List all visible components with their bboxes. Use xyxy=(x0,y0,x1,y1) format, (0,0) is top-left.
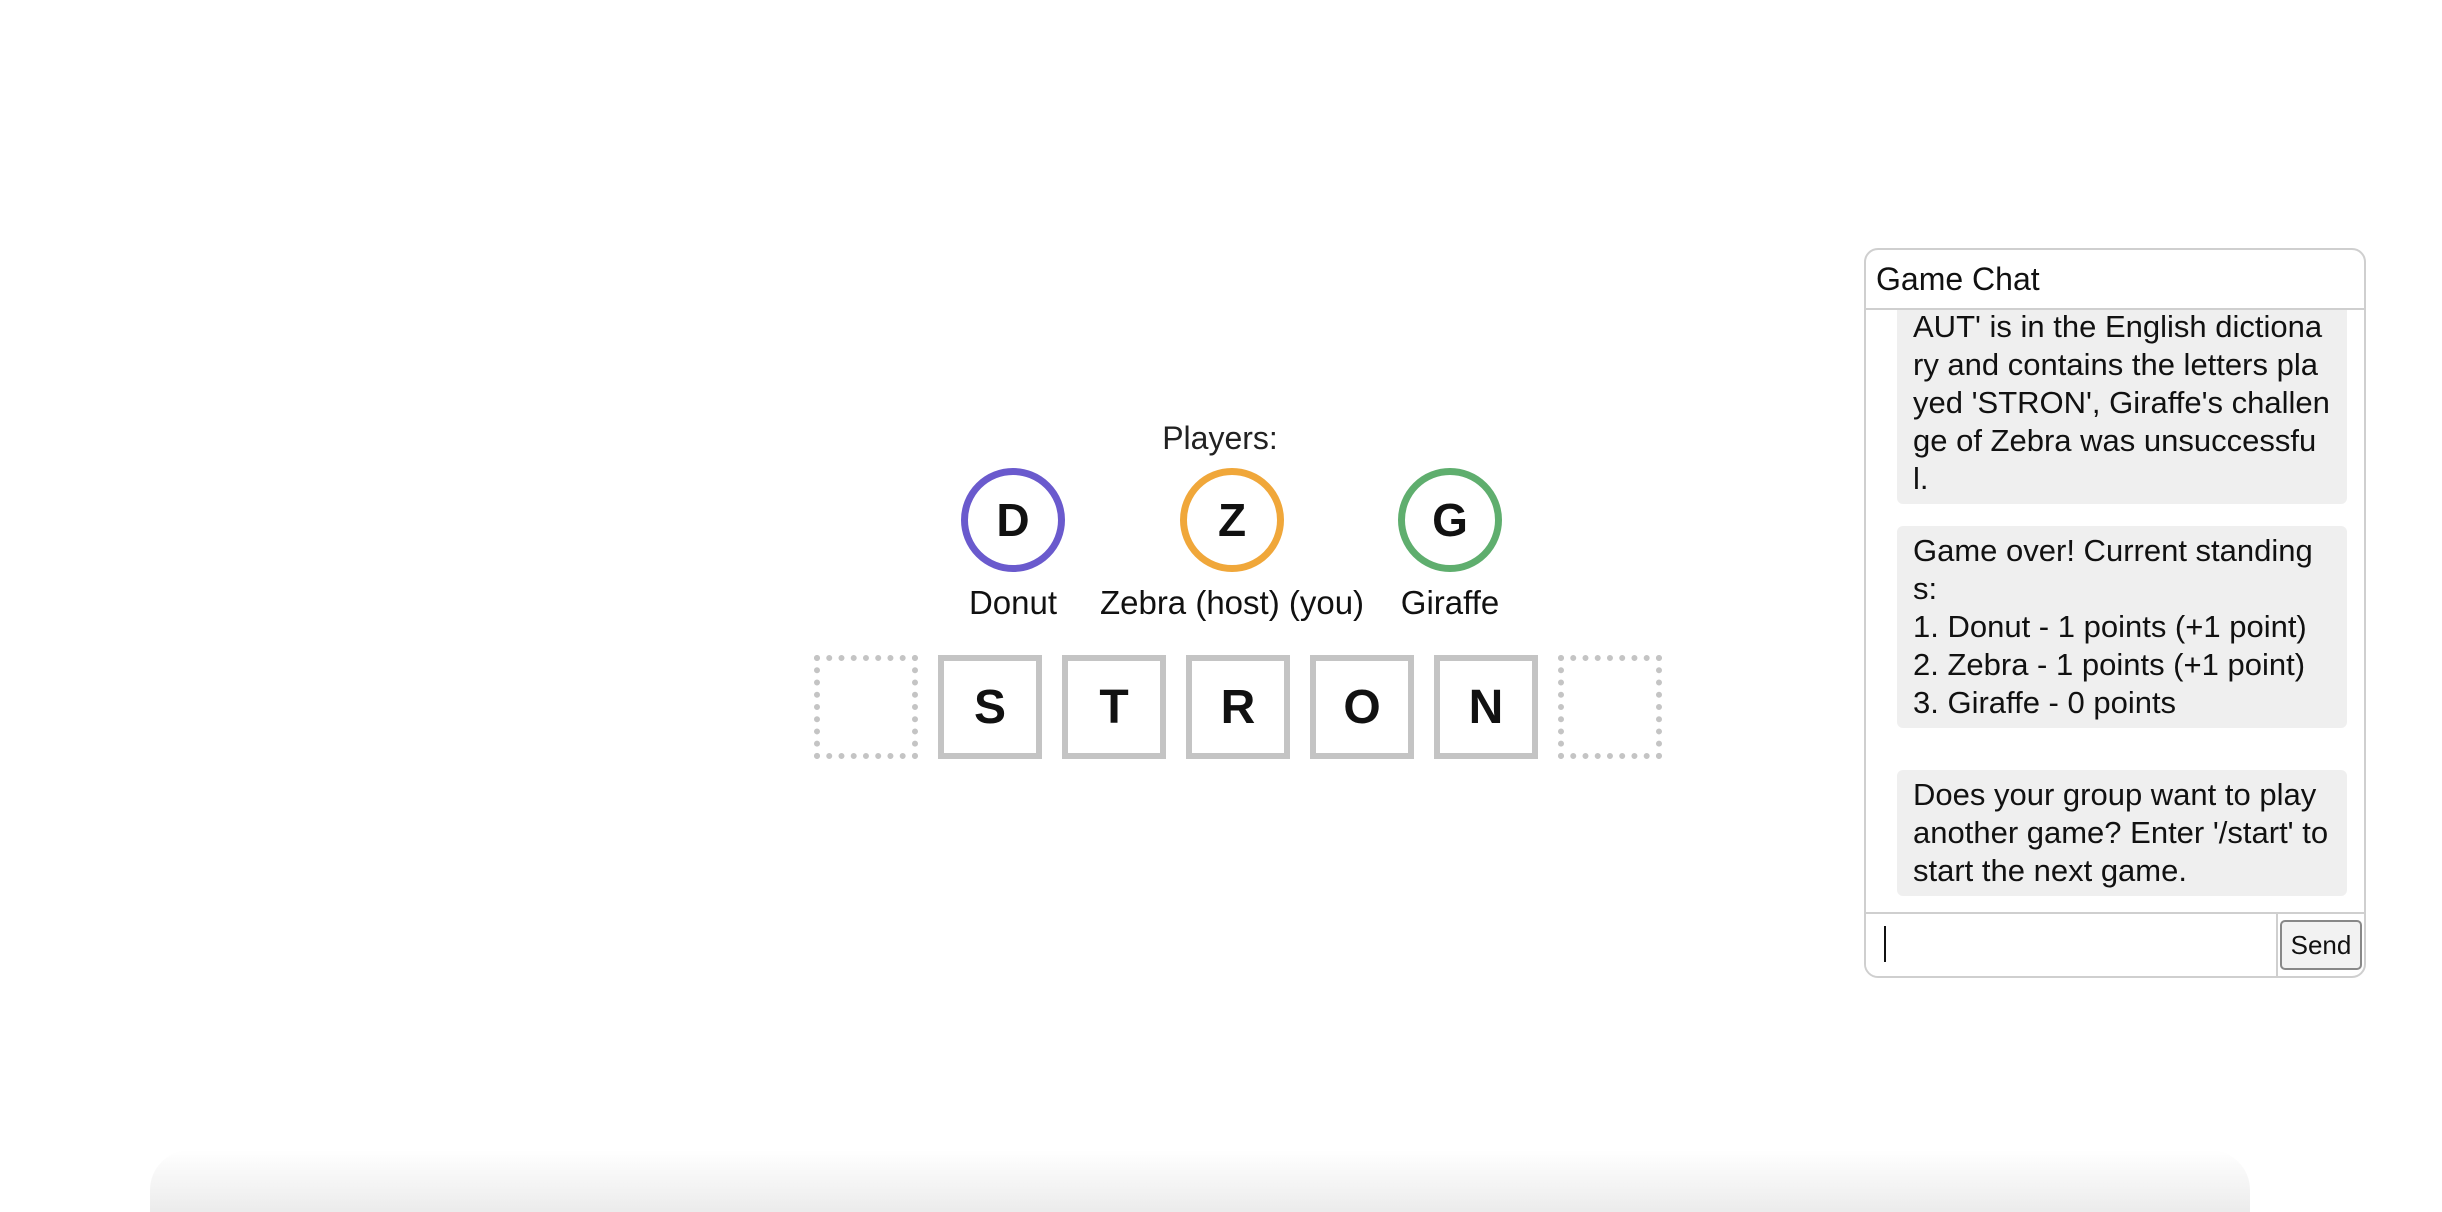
letter-tile: N xyxy=(1434,655,1538,759)
chat-title: Game Chat xyxy=(1866,250,2364,310)
letter-tile: S xyxy=(938,655,1042,759)
chat-message: Game over! Current standings: 1. Donut -… xyxy=(1897,526,2347,728)
player-avatar: G xyxy=(1398,468,1502,572)
send-button[interactable]: Send xyxy=(2280,920,2362,970)
letter-tile: R xyxy=(1186,655,1290,759)
chat-input-row: Send xyxy=(1866,912,2364,976)
chat-message: AUT' is in the English dictionary and co… xyxy=(1897,310,2347,504)
players-label: Players: xyxy=(1162,420,1278,456)
player-giraffe: G Giraffe xyxy=(1260,468,1640,622)
letter-tile: O xyxy=(1310,655,1414,759)
player-name: Giraffe xyxy=(1400,584,1500,621)
bottom-shadow xyxy=(150,1150,2250,1212)
game-page: Players: D Donut Z Zebra (host) (you) G … xyxy=(0,0,2442,1212)
game-chat: Game Chat AUT' is in the English diction… xyxy=(1864,248,2366,978)
tile-slot-right[interactable] xyxy=(1558,655,1662,759)
chat-message: Does your group want to play another gam… xyxy=(1897,770,2347,896)
chat-input[interactable] xyxy=(1866,914,2278,976)
chat-messages[interactable]: AUT' is in the English dictionary and co… xyxy=(1866,310,2364,910)
letter-tiles: S T R O N xyxy=(814,655,1662,759)
text-caret xyxy=(1884,926,1886,962)
tile-slot-left[interactable] xyxy=(814,655,918,759)
letter-tile: T xyxy=(1062,655,1166,759)
